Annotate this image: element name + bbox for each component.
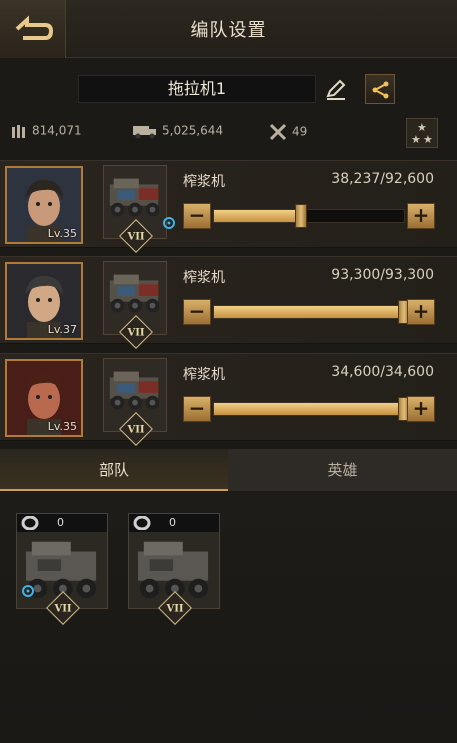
hero-portrait[interactable]: Lv.35 bbox=[5, 359, 83, 437]
tire-icon bbox=[133, 516, 151, 530]
unit-count: 38,237/92,600 bbox=[331, 171, 434, 187]
unit-name: 榨浆机 bbox=[183, 367, 225, 383]
ammo-icon bbox=[12, 125, 25, 138]
troop-slider[interactable]: − + bbox=[183, 299, 435, 325]
unit-name: 榨浆机 bbox=[183, 174, 225, 190]
hero-level: Lv.37 bbox=[47, 323, 77, 336]
wrench-icon bbox=[269, 123, 287, 141]
reserve-count: 0 bbox=[57, 516, 64, 529]
gear-icon bbox=[162, 215, 176, 234]
unit-count: 93,300/93,300 bbox=[331, 267, 434, 283]
share-icon bbox=[372, 81, 389, 99]
resource-stats: 814,071 5,025,644 49 bbox=[0, 118, 457, 148]
reserve-topbar: 0 bbox=[17, 514, 107, 532]
rank-text: VII bbox=[54, 603, 72, 615]
slider-track[interactable] bbox=[213, 300, 410, 324]
slider-handle[interactable] bbox=[295, 204, 308, 228]
svg-text:★: ★ bbox=[423, 133, 433, 146]
slider-fill bbox=[214, 403, 404, 415]
tire-icon bbox=[21, 516, 39, 530]
unit-count: 34,600/34,600 bbox=[331, 364, 434, 380]
vehicle-card[interactable]: VII bbox=[103, 165, 175, 253]
reserve-topbar: 0 bbox=[129, 514, 219, 532]
slider-fill bbox=[214, 210, 302, 222]
rank-text: VII bbox=[127, 231, 145, 243]
ammo-value: 814,071 bbox=[32, 123, 82, 138]
parts-stat: 49 bbox=[268, 123, 307, 141]
squad-slot: Lv.37 VII 榨浆机 93,300/93,300 − + bbox=[0, 256, 457, 349]
decrease-button[interactable]: − bbox=[183, 299, 211, 325]
svg-text:★: ★ bbox=[411, 133, 421, 146]
slider-track[interactable] bbox=[213, 204, 405, 228]
stars-icon: ★ ★ ★ bbox=[411, 121, 433, 146]
reserve-count: 0 bbox=[169, 516, 176, 529]
tab-bar: 部队 英雄 bbox=[0, 449, 457, 491]
increase-button[interactable]: + bbox=[407, 396, 435, 422]
parts-value: 49 bbox=[292, 124, 308, 139]
reserve-vehicle-card[interactable]: 0 VII bbox=[16, 513, 108, 625]
troop-slider[interactable]: − + bbox=[183, 203, 435, 229]
rank-text: VII bbox=[166, 603, 184, 615]
rank-text: VII bbox=[127, 424, 145, 436]
tab-troops[interactable]: 部队 bbox=[0, 449, 228, 491]
ammo-stat: 814,071 bbox=[10, 123, 82, 139]
formation-rank-button[interactable]: ★ ★ ★ bbox=[406, 118, 438, 148]
share-button[interactable] bbox=[365, 74, 395, 104]
gear-icon bbox=[21, 583, 35, 602]
vehicle-card[interactable]: VII bbox=[103, 261, 167, 349]
squad-slot: Lv.35 VII 榨浆机 38,237/92,600 − + bbox=[0, 160, 457, 253]
vehicle-image bbox=[104, 170, 166, 226]
increase-button[interactable]: + bbox=[407, 299, 435, 325]
fuel-value: 5,025,644 bbox=[162, 123, 224, 138]
increase-button[interactable]: + bbox=[407, 203, 435, 229]
squad-slot: Lv.35 VII 榨浆机 34,600/34,600 − + bbox=[0, 353, 457, 446]
vehicle-image bbox=[104, 363, 166, 419]
hero-level: Lv.35 bbox=[47, 227, 77, 240]
slider-fill bbox=[214, 306, 404, 318]
reserve-vehicle-card[interactable]: 0 VII bbox=[128, 513, 220, 625]
decrease-button[interactable]: − bbox=[183, 203, 211, 229]
squad-name-field[interactable]: 拖拉机1 bbox=[78, 75, 316, 103]
hero-level: Lv.35 bbox=[47, 420, 77, 433]
edit-icon[interactable] bbox=[324, 77, 348, 101]
hero-portrait[interactable]: Lv.37 bbox=[5, 262, 83, 340]
fuel-stat: 5,025,644 bbox=[132, 123, 223, 139]
rank-text: VII bbox=[127, 327, 145, 339]
reserve-units: 0 VII 0 VII bbox=[0, 491, 457, 743]
slider-track[interactable] bbox=[213, 397, 410, 421]
decrease-button[interactable]: − bbox=[183, 396, 211, 422]
vehicle-image bbox=[104, 266, 166, 322]
header: 编队设置 bbox=[0, 0, 457, 58]
unit-name: 榨浆机 bbox=[183, 270, 225, 286]
hero-portrait[interactable]: Lv.35 bbox=[5, 166, 83, 244]
troop-slider[interactable]: − + bbox=[183, 396, 435, 422]
page-title: 编队设置 bbox=[190, 20, 267, 41]
fuel-truck-icon bbox=[133, 126, 156, 139]
tab-heroes[interactable]: 英雄 bbox=[228, 449, 457, 491]
vehicle-card[interactable]: VII bbox=[103, 358, 167, 446]
